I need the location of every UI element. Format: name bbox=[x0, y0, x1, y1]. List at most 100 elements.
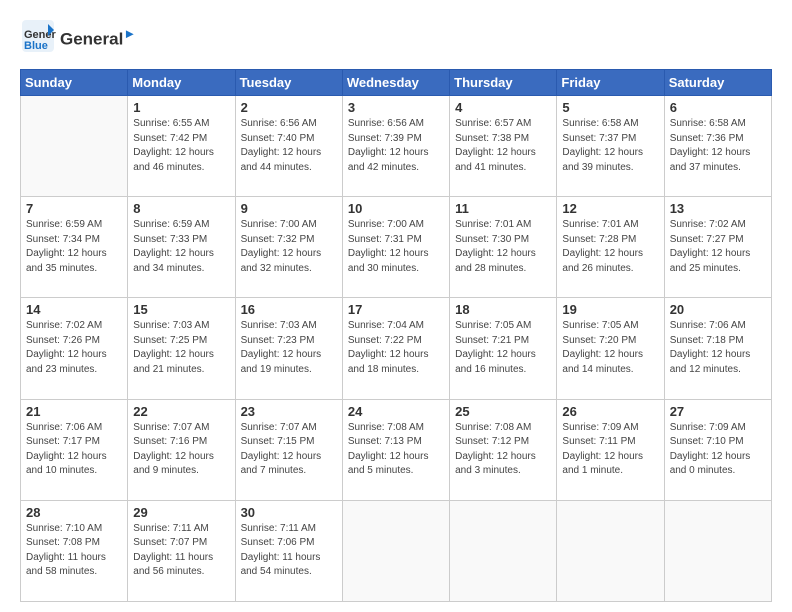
weekday-header: Sunday bbox=[21, 70, 128, 96]
calendar-cell: 20 Sunrise: 7:06 AM Sunset: 7:18 PM Dayli… bbox=[664, 298, 771, 399]
day-info: Sunrise: 7:06 AM Sunset: 7:18 PM Dayligh… bbox=[670, 319, 766, 377]
calendar-cell: 3 Sunrise: 6:56 AM Sunset: 7:39 PM Daylig… bbox=[342, 96, 449, 197]
day-number: 30 bbox=[241, 505, 337, 520]
calendar-table: SundayMondayTuesdayWednesdayThursdayFrid… bbox=[20, 69, 772, 602]
day-number: 27 bbox=[670, 404, 766, 419]
day-number: 10 bbox=[348, 201, 444, 216]
day-number: 18 bbox=[455, 302, 551, 317]
day-info: Sunrise: 6:58 AM Sunset: 7:37 PM Dayligh… bbox=[562, 117, 658, 175]
day-number: 19 bbox=[562, 302, 658, 317]
day-info: Sunrise: 7:06 AM Sunset: 7:17 PM Dayligh… bbox=[26, 421, 122, 479]
calendar-cell bbox=[21, 96, 128, 197]
day-number: 20 bbox=[670, 302, 766, 317]
day-info: Sunrise: 6:56 AM Sunset: 7:39 PM Dayligh… bbox=[348, 117, 444, 175]
day-info: Sunrise: 7:11 AM Sunset: 7:06 PM Dayligh… bbox=[241, 522, 337, 580]
day-info: Sunrise: 7:09 AM Sunset: 7:11 PM Dayligh… bbox=[562, 421, 658, 479]
day-number: 9 bbox=[241, 201, 337, 216]
calendar-cell: 11 Sunrise: 7:01 AM Sunset: 7:30 PM Dayli… bbox=[450, 197, 557, 298]
page: General Blue General► SundayMondayTuesda… bbox=[0, 0, 792, 612]
day-info: Sunrise: 7:11 AM Sunset: 7:07 PM Dayligh… bbox=[133, 522, 229, 580]
day-number: 5 bbox=[562, 100, 658, 115]
calendar-cell: 18 Sunrise: 7:05 AM Sunset: 7:21 PM Dayli… bbox=[450, 298, 557, 399]
day-info: Sunrise: 6:55 AM Sunset: 7:42 PM Dayligh… bbox=[133, 117, 229, 175]
logo: General Blue General► bbox=[20, 18, 136, 59]
calendar-cell: 29 Sunrise: 7:11 AM Sunset: 7:07 PM Dayli… bbox=[128, 500, 235, 601]
day-info: Sunrise: 7:07 AM Sunset: 7:16 PM Dayligh… bbox=[133, 421, 229, 479]
day-number: 7 bbox=[26, 201, 122, 216]
day-number: 14 bbox=[26, 302, 122, 317]
day-number: 15 bbox=[133, 302, 229, 317]
weekday-header: Friday bbox=[557, 70, 664, 96]
calendar-cell: 30 Sunrise: 7:11 AM Sunset: 7:06 PM Dayli… bbox=[235, 500, 342, 601]
calendar-week-row: 7 Sunrise: 6:59 AM Sunset: 7:34 PM Daylig… bbox=[21, 197, 772, 298]
calendar-cell: 9 Sunrise: 7:00 AM Sunset: 7:32 PM Daylig… bbox=[235, 197, 342, 298]
day-info: Sunrise: 7:05 AM Sunset: 7:21 PM Dayligh… bbox=[455, 319, 551, 377]
day-number: 13 bbox=[670, 201, 766, 216]
day-info: Sunrise: 7:01 AM Sunset: 7:28 PM Dayligh… bbox=[562, 218, 658, 276]
day-number: 12 bbox=[562, 201, 658, 216]
calendar-cell: 22Sunrise: 7:07 AM Sunset: 7:16 PM Dayli… bbox=[128, 399, 235, 500]
calendar-cell: 16Sunrise: 7:03 AM Sunset: 7:23 PM Dayli… bbox=[235, 298, 342, 399]
day-info: Sunrise: 7:08 AM Sunset: 7:13 PM Dayligh… bbox=[348, 421, 444, 479]
calendar-cell: 24 Sunrise: 7:08 AM Sunset: 7:13 PM Dayli… bbox=[342, 399, 449, 500]
day-info: Sunrise: 7:03 AM Sunset: 7:23 PM Dayligh… bbox=[241, 319, 337, 377]
day-info: Sunrise: 7:04 AM Sunset: 7:22 PM Dayligh… bbox=[348, 319, 444, 377]
day-info: Sunrise: 7:09 AM Sunset: 7:10 PM Dayligh… bbox=[670, 421, 766, 479]
day-info: Sunrise: 7:00 AM Sunset: 7:32 PM Dayligh… bbox=[241, 218, 337, 276]
weekday-header: Wednesday bbox=[342, 70, 449, 96]
day-number: 11 bbox=[455, 201, 551, 216]
day-info: Sunrise: 6:59 AM Sunset: 7:34 PM Dayligh… bbox=[26, 218, 122, 276]
calendar-cell: 23 Sunrise: 7:07 AM Sunset: 7:15 PM Dayli… bbox=[235, 399, 342, 500]
day-info: Sunrise: 7:00 AM Sunset: 7:31 PM Dayligh… bbox=[348, 218, 444, 276]
calendar-cell: 6 Sunrise: 6:58 AM Sunset: 7:36 PM Daylig… bbox=[664, 96, 771, 197]
header: General Blue General► bbox=[20, 18, 772, 59]
calendar-cell: 1 Sunrise: 6:55 AM Sunset: 7:42 PM Daylig… bbox=[128, 96, 235, 197]
calendar-cell bbox=[342, 500, 449, 601]
calendar-cell bbox=[557, 500, 664, 601]
day-number: 2 bbox=[241, 100, 337, 115]
calendar-cell: 4Sunrise: 6:57 AM Sunset: 7:38 PM Daylig… bbox=[450, 96, 557, 197]
day-number: 8 bbox=[133, 201, 229, 216]
day-number: 28 bbox=[26, 505, 122, 520]
day-number: 4 bbox=[455, 100, 551, 115]
calendar-cell: 7 Sunrise: 6:59 AM Sunset: 7:34 PM Daylig… bbox=[21, 197, 128, 298]
calendar-cell: 2 Sunrise: 6:56 AM Sunset: 7:40 PM Daylig… bbox=[235, 96, 342, 197]
calendar-cell bbox=[664, 500, 771, 601]
day-number: 3 bbox=[348, 100, 444, 115]
day-info: Sunrise: 6:56 AM Sunset: 7:40 PM Dayligh… bbox=[241, 117, 337, 175]
weekday-header: Tuesday bbox=[235, 70, 342, 96]
calendar-cell bbox=[450, 500, 557, 601]
calendar-cell: 13 Sunrise: 7:02 AM Sunset: 7:27 PM Dayli… bbox=[664, 197, 771, 298]
day-info: Sunrise: 7:01 AM Sunset: 7:30 PM Dayligh… bbox=[455, 218, 551, 276]
day-info: Sunrise: 7:03 AM Sunset: 7:25 PM Dayligh… bbox=[133, 319, 229, 377]
weekday-header: Saturday bbox=[664, 70, 771, 96]
day-info: Sunrise: 7:07 AM Sunset: 7:15 PM Dayligh… bbox=[241, 421, 337, 479]
calendar-cell: 10 Sunrise: 7:00 AM Sunset: 7:31 PM Dayli… bbox=[342, 197, 449, 298]
calendar-cell: 14Sunrise: 7:02 AM Sunset: 7:26 PM Dayli… bbox=[21, 298, 128, 399]
day-info: Sunrise: 6:59 AM Sunset: 7:33 PM Dayligh… bbox=[133, 218, 229, 276]
calendar-cell: 28 Sunrise: 7:10 AM Sunset: 7:08 PM Dayli… bbox=[21, 500, 128, 601]
logo-line1: General► bbox=[60, 27, 136, 49]
calendar-week-row: 14Sunrise: 7:02 AM Sunset: 7:26 PM Dayli… bbox=[21, 298, 772, 399]
day-info: Sunrise: 7:10 AM Sunset: 7:08 PM Dayligh… bbox=[26, 522, 122, 580]
day-number: 23 bbox=[241, 404, 337, 419]
calendar-cell: 17 Sunrise: 7:04 AM Sunset: 7:22 PM Dayli… bbox=[342, 298, 449, 399]
day-number: 29 bbox=[133, 505, 229, 520]
calendar-cell: 5 Sunrise: 6:58 AM Sunset: 7:37 PM Daylig… bbox=[557, 96, 664, 197]
day-info: Sunrise: 7:08 AM Sunset: 7:12 PM Dayligh… bbox=[455, 421, 551, 479]
svg-text:Blue: Blue bbox=[24, 40, 48, 52]
calendar-week-row: 28 Sunrise: 7:10 AM Sunset: 7:08 PM Dayli… bbox=[21, 500, 772, 601]
day-number: 17 bbox=[348, 302, 444, 317]
calendar-cell: 25Sunrise: 7:08 AM Sunset: 7:12 PM Dayli… bbox=[450, 399, 557, 500]
day-number: 1 bbox=[133, 100, 229, 115]
day-info: Sunrise: 6:58 AM Sunset: 7:36 PM Dayligh… bbox=[670, 117, 766, 175]
calendar-cell: 21Sunrise: 7:06 AM Sunset: 7:17 PM Dayli… bbox=[21, 399, 128, 500]
calendar-cell: 26 Sunrise: 7:09 AM Sunset: 7:11 PM Dayli… bbox=[557, 399, 664, 500]
day-info: Sunrise: 7:02 AM Sunset: 7:27 PM Dayligh… bbox=[670, 218, 766, 276]
day-number: 24 bbox=[348, 404, 444, 419]
day-info: Sunrise: 7:05 AM Sunset: 7:20 PM Dayligh… bbox=[562, 319, 658, 377]
calendar-cell: 15 Sunrise: 7:03 AM Sunset: 7:25 PM Dayli… bbox=[128, 298, 235, 399]
day-number: 26 bbox=[562, 404, 658, 419]
calendar-week-row: 21Sunrise: 7:06 AM Sunset: 7:17 PM Dayli… bbox=[21, 399, 772, 500]
day-number: 6 bbox=[670, 100, 766, 115]
